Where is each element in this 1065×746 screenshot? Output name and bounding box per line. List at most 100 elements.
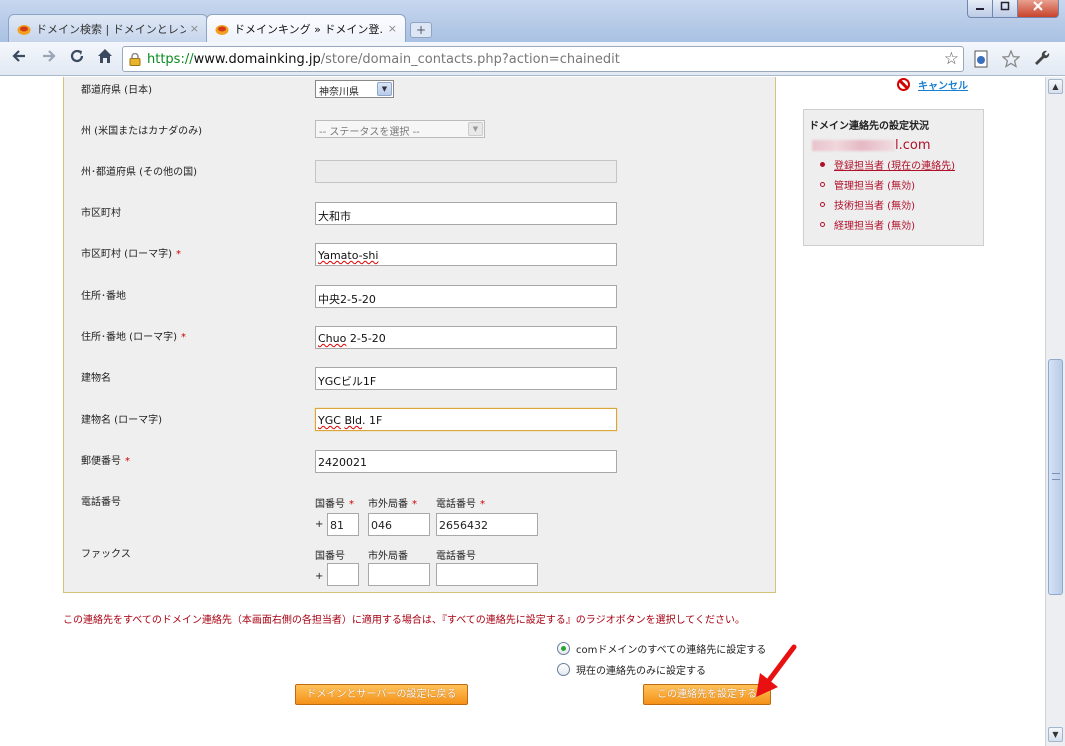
postal-input[interactable]: 2420021 xyxy=(315,450,617,473)
reload-icon xyxy=(70,49,84,63)
postal-label: 郵便番号 * xyxy=(81,452,130,467)
required-marker: * xyxy=(480,499,485,510)
home-button[interactable] xyxy=(94,48,116,70)
label-text: 郵便番号 xyxy=(81,456,121,467)
building-label: 建物名 xyxy=(81,373,111,384)
radio-button[interactable] xyxy=(557,663,570,676)
back-button[interactable] xyxy=(8,48,30,70)
city-roman-input[interactable]: Yamato-shi xyxy=(315,243,617,266)
status-item-tech[interactable]: 技術担当者 (無効) xyxy=(820,197,915,212)
page-menu-icon[interactable] xyxy=(972,50,990,68)
email-suffix: l.com xyxy=(895,138,931,153)
page-viewport: 都道府県 (日本) 神奈川県 ▼ 州 (米国またはカナダのみ) -- ステータス… xyxy=(0,77,1045,746)
phone-plus: + xyxy=(315,519,324,530)
status-email: l.com xyxy=(812,138,931,153)
building-roman-label: 建物名 (ローマ字) xyxy=(81,415,162,426)
cancel-row[interactable]: キャンセル xyxy=(897,77,968,92)
input-value-word: Chuo xyxy=(318,332,347,345)
input-value-rest: 2-5-20 xyxy=(346,332,386,345)
forward-arrow-icon xyxy=(43,50,56,62)
domainking-favicon-icon xyxy=(215,24,229,35)
tab-close-icon[interactable]: × xyxy=(190,22,199,35)
minimize-button[interactable] xyxy=(967,0,993,18)
required-marker: * xyxy=(180,332,186,343)
tab-domain-king[interactable]: ドメインキング » ドメイン登… × xyxy=(206,14,406,42)
radio-apply-current[interactable]: 現在の連絡先のみに設定する xyxy=(557,662,706,677)
phone-label: 電話番号 xyxy=(81,497,121,508)
address-bar[interactable]: https://www.domainking.jp/store/domain_c… xyxy=(122,46,964,72)
state-other-label: 州･都道府県 (その他の国) xyxy=(81,167,197,178)
building-roman-input[interactable]: YGC Bld. 1F xyxy=(315,408,617,431)
window-titlebar: ドメイン検索 | ドメインとレン… × ドメインキング » ドメイン登… × + xyxy=(0,0,1065,42)
wrench-icon[interactable] xyxy=(1034,50,1052,68)
building-input[interactable]: YGCビル1F xyxy=(315,367,617,390)
state-us-ca-label: 州 (米国またはカナダのみ) xyxy=(81,126,202,137)
cancel-link[interactable]: キャンセル xyxy=(918,77,968,92)
required-marker: * xyxy=(412,499,417,510)
tab-title: ドメインキング » ドメイン登… xyxy=(234,22,384,36)
tab-close-icon[interactable]: × xyxy=(388,22,397,35)
back-to-domain-settings-button[interactable]: ドメインとサーバーの設定に戻る xyxy=(295,684,468,705)
fax-area-input[interactable] xyxy=(368,563,430,586)
label-text: 住所･番地 (ローマ字) xyxy=(81,332,177,343)
city-input[interactable]: 大和市 xyxy=(315,202,617,225)
phone-country-input[interactable]: 81 xyxy=(327,513,359,536)
back-arrow-icon xyxy=(12,50,25,62)
phone-number-input[interactable]: 2656432 xyxy=(436,513,538,536)
bookmark-star-icon[interactable]: ☆ xyxy=(944,49,959,69)
radio-apply-all[interactable]: comドメインのすべての連絡先に設定する xyxy=(557,641,766,656)
label-text: 市区町村 (ローマ字) xyxy=(81,249,172,260)
fax-number-input[interactable] xyxy=(436,563,538,586)
prefecture-jp-label: 都道府県 (日本) xyxy=(81,85,152,96)
status-item-billing[interactable]: 経理担当者 (無効) xyxy=(820,217,915,232)
state-other-input[interactable] xyxy=(315,160,617,183)
city-roman-label: 市区町村 (ローマ字) * xyxy=(81,245,181,260)
required-marker: * xyxy=(125,456,130,467)
lock-icon xyxy=(129,52,141,66)
select-value: -- ステータスを選択 -- xyxy=(319,127,420,138)
address-roman-label: 住所･番地 (ローマ字) * xyxy=(81,328,186,343)
bullet-icon xyxy=(820,182,825,187)
prohibited-icon xyxy=(897,78,910,91)
maximize-button[interactable] xyxy=(992,0,1018,18)
contact-status-panel: ドメイン連絡先の設定状況 l.com 登録担当者 (現在の連絡先) 管理担当者 … xyxy=(803,109,984,246)
status-item-registrant[interactable]: 登録担当者 (現在の連絡先) xyxy=(820,157,955,172)
bullet-icon xyxy=(820,202,825,207)
annotation-arrow-icon xyxy=(756,644,797,697)
address-label: 住所･番地 xyxy=(81,291,126,302)
forward-button[interactable] xyxy=(38,48,60,70)
reload-button[interactable] xyxy=(66,48,88,70)
address-roman-input[interactable]: Chuo 2-5-20 xyxy=(315,326,617,349)
vertical-scrollbar[interactable]: ▲ ▼ xyxy=(1045,77,1065,746)
state-us-ca-select[interactable]: -- ステータスを選択 -- ▼ xyxy=(315,120,485,138)
favorites-star-icon[interactable] xyxy=(1002,50,1020,68)
prefecture-jp-select[interactable]: 神奈川県 ▼ xyxy=(315,80,394,98)
scroll-down-arrow-icon[interactable]: ▼ xyxy=(1048,727,1063,742)
tab-title: ドメイン検索 | ドメインとレン… xyxy=(36,22,186,36)
scrollbar-thumb[interactable] xyxy=(1048,359,1063,595)
label-text: 国番号 xyxy=(315,499,345,510)
new-tab-button[interactable]: + xyxy=(410,22,432,38)
chevron-down-icon: ▼ xyxy=(377,82,392,96)
phone-area-input[interactable]: 046 xyxy=(368,513,430,536)
radio-label: comドメインのすべての連絡先に設定する xyxy=(576,645,767,656)
bullet-icon xyxy=(820,162,825,167)
address-input[interactable]: 中央2-5-20 xyxy=(315,285,617,308)
phone-country-label: 国番号 * xyxy=(315,495,354,510)
radio-button-checked[interactable] xyxy=(557,642,570,655)
scroll-up-arrow-icon[interactable]: ▲ xyxy=(1048,79,1063,94)
input-value-word: YGC xyxy=(318,414,341,427)
fax-country-label: 国番号 xyxy=(315,551,345,562)
input-value: Yamato-shi xyxy=(318,249,379,262)
fax-country-input[interactable] xyxy=(327,563,359,586)
url-scheme: https:// xyxy=(147,51,194,67)
close-window-button[interactable] xyxy=(1017,0,1059,18)
close-icon xyxy=(1033,1,1043,11)
domainking-favicon-icon xyxy=(17,24,31,35)
tab-domain-search[interactable]: ドメイン検索 | ドメインとレン… × xyxy=(8,14,208,42)
bullet-icon xyxy=(820,222,825,227)
fax-number-label: 電話番号 xyxy=(436,551,476,562)
status-item-admin[interactable]: 管理担当者 (無効) xyxy=(820,177,915,192)
city-label: 市区町村 xyxy=(81,208,121,219)
fax-plus: + xyxy=(315,571,324,582)
